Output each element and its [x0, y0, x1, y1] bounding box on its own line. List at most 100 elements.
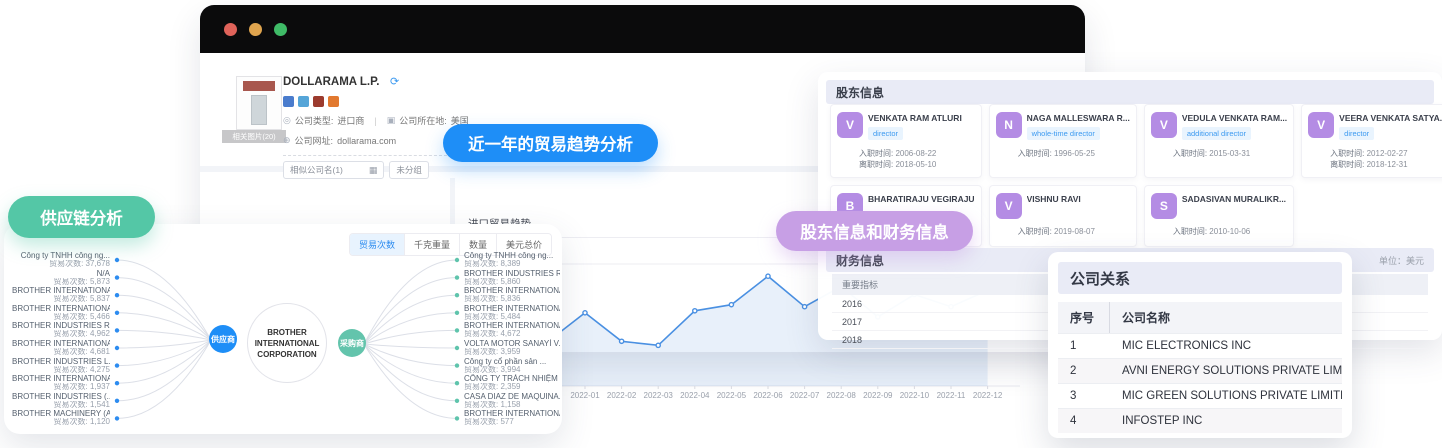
avatar: V [1150, 112, 1177, 138]
facebook-icon[interactable] [283, 96, 294, 107]
partner-trade-count: 贸易次数: 3,994 [464, 365, 521, 374]
supplier-node[interactable]: 供应商 [209, 325, 237, 353]
list-item[interactable]: BROTHER INTERNATIONA... 贸易次数: 5,466 [12, 304, 110, 322]
list-item[interactable]: BROTHER INTERNATIONA... 贸易次数: 4,681 [12, 339, 110, 357]
join-date-value: 2019-08-07 [1054, 227, 1095, 236]
partner-name: VOLTA MOTOR SANAYİ V... [464, 338, 560, 348]
company-type-label: 公司类型: [294, 116, 334, 126]
list-item[interactable]: Công ty TNHH công ng... 贸易次数: 37,678 [12, 251, 110, 269]
relations-table: 序号 公司名称 1 MIC ELECTRONICS INC 2 AVNI ENERGY… [1058, 302, 1342, 433]
member-role-badge: director [868, 127, 904, 140]
group-select[interactable]: 未分组 [389, 161, 429, 179]
partner-name: Công ty cổ phần sản ... [464, 356, 547, 366]
relations-title-bar: 公司关系 [1058, 262, 1342, 294]
dashed-divider [283, 155, 447, 156]
partner-name: BROTHER INTERNATIONA... [12, 286, 110, 296]
linkedin-icon[interactable] [298, 96, 309, 107]
similar-company-select[interactable]: 相似公司名(1) ▦ [283, 161, 385, 179]
x-axis-label: 2022-09 [863, 391, 893, 400]
leave-date: 离职时间: 2018-05-10 [859, 159, 975, 170]
product-image[interactable] [236, 76, 282, 130]
company-type-value: 进口商 [337, 116, 365, 126]
company-name: DOLLARAMA L.P. [283, 76, 380, 88]
company-node[interactable]: BROTHER INTERNATIONAL CORPORATION [247, 303, 327, 383]
partner-trade-count: 贸易次数: 5,484 [464, 312, 521, 321]
partner-name: N/A [96, 268, 110, 278]
related-images-caption[interactable]: 相关图片(20) [222, 130, 286, 143]
divider: | [374, 115, 377, 126]
list-item[interactable]: BROTHER INTERNATIONA...贸易次数: 4,672 [464, 321, 560, 339]
list-item[interactable]: N/A 贸易次数: 5,873 [12, 269, 110, 287]
close-button[interactable] [224, 22, 237, 36]
company-website-value[interactable]: dollarama.com [337, 136, 396, 146]
member-name: SADASIVAN MURALIKR... [1181, 194, 1287, 204]
list-item[interactable]: BROTHER INDUSTRIES R... 贸易次数: 5,860 [464, 269, 560, 287]
list-item[interactable]: BROTHER INDUSTRIES R... 贸易次数: 4,962 [12, 321, 110, 339]
leave-date-value: 2018-05-10 [895, 160, 937, 169]
list-item[interactable]: CASA DIAZ DE MAQUINA... 贸易次数: 1,158 [464, 392, 560, 410]
maximize-button[interactable] [274, 22, 287, 36]
partner-name: BROTHER INDUSTRIES R... [464, 268, 560, 278]
member-name: VEERA VENKATA SATYA... [1339, 113, 1442, 123]
member-name: BHARATIRAJU VEGIRAJU [868, 194, 975, 204]
member-name: VENKATA RAM ATLURI [868, 113, 962, 123]
partner-trade-count: 贸易次数: 5,837 [53, 295, 110, 304]
avatar: N [995, 112, 1022, 138]
partner-trade-count: 贸易次数: 1,937 [53, 383, 110, 392]
avatar: V [995, 193, 1022, 219]
list-item[interactable]: BROTHER INDUSTRIES (... 贸易次数: 1,541 [12, 392, 110, 410]
list-item[interactable]: BROTHER INTERNATIONA...贸易次数: 5,484 [464, 304, 560, 322]
relations-table-body: 1 MIC ELECTRONICS INC 2 AVNI ENERGY SOLUTIO… [1058, 333, 1342, 433]
list-item[interactable]: BROTHER INTERNATIONA...贸易次数: 577 [464, 409, 560, 427]
product-image-part [251, 95, 267, 125]
pinterest-icon[interactable] [313, 96, 324, 107]
member-name: VEDULA VENKATA RAM... [1181, 113, 1288, 123]
join-date-value: 2012-02-27 [1366, 149, 1408, 158]
x-axis-label: 2022-03 [644, 391, 674, 400]
table-row[interactable]: 3 MIC GREEN SOLUTIONS PRIVATE LIMITED [1058, 383, 1342, 408]
shareholder-card: V VEDULA VENKATA RAM... additional directo… [1143, 104, 1295, 178]
relations-table-header: 序号 公司名称 [1058, 302, 1342, 333]
list-item[interactable]: VOLTA MOTOR SANAYİ V... 贸易次数: 3,959 [464, 339, 560, 357]
x-axis-label: 2022-10 [900, 391, 930, 400]
list-item[interactable]: BROTHER INTERNATIONA... 贸易次数: 5,837 [12, 286, 110, 304]
similar-company-select-label: 相似公司名(1) [290, 165, 343, 175]
supplier-list: Công ty TNHH công ng... 贸易次数: 37,678 N/A 贸易… [12, 251, 110, 427]
join-date: 入职时间: 2012-02-27 [1330, 148, 1442, 159]
group-select-label: 未分组 [396, 165, 422, 175]
company-type-icon: ◎ [283, 115, 291, 125]
partner-trade-count: 贸易次数: 4,672 [464, 330, 521, 339]
x-axis-label: 2022-04 [680, 391, 710, 400]
globe-icon: ⊕ [283, 135, 291, 145]
join-date-value: 2006-08-22 [895, 149, 937, 158]
join-date-label: 入职时间: [1330, 149, 1367, 158]
list-item[interactable]: CÔNG TY TRÁCH NHIỆM ... 贸易次数: 2,359 [464, 374, 560, 392]
partner-name: CÔNG TY TRÁCH NHIỆM ... [464, 374, 560, 384]
avatar: S [1150, 193, 1177, 219]
buyer-node[interactable]: 采购商 [338, 329, 366, 357]
relations-col-name: 公司名称 [1122, 311, 1171, 325]
list-item[interactable]: BROTHER INDUSTRIES L... 贸易次数: 4,275 [12, 357, 110, 375]
list-item[interactable]: Công ty TNHH công ng... 贸易次数: 8,389 [464, 251, 560, 269]
table-row[interactable]: 1 MIC ELECTRONICS INC [1058, 333, 1342, 358]
partner-trade-count: 贸易次数: 1,158 [464, 400, 521, 409]
blog-icon[interactable] [328, 96, 339, 107]
partner-trade-count: 贸易次数: 577 [464, 418, 514, 427]
partner-name: BROTHER INTERNATIONA... [464, 286, 560, 296]
member-name: NAGA MALLESWARA R... [1026, 113, 1130, 123]
table-row[interactable]: 2 AVNI ENERGY SOLUTIONS PRIVATE LIMITED [1058, 358, 1342, 383]
list-item[interactable]: BROTHER INTERNATIONA... 贸易次数: 1,937 [12, 374, 110, 392]
table-row[interactable]: 4 INFOSTEP INC [1058, 408, 1342, 433]
x-axis-label: 2022-07 [790, 391, 820, 400]
minimize-button[interactable] [249, 22, 262, 36]
product-image-part [243, 81, 275, 91]
join-date-label: 入职时间: [859, 149, 896, 158]
partner-trade-count: 贸易次数: 4,962 [53, 330, 110, 339]
refresh-icon[interactable]: ⟳ [390, 76, 399, 88]
list-item[interactable]: BROTHER MACHINERY (A... 贸易次数: 1,120 [12, 409, 110, 427]
join-date: 入职时间: 1996-05-25 [1018, 148, 1130, 159]
shareholder-card: V VEERA VENKATA SATYA... director 入职时间: 201… [1301, 104, 1442, 178]
list-item[interactable]: Công ty cổ phần sản ... 贸易次数: 3,994 [464, 357, 560, 375]
list-item[interactable]: BROTHER INTERNATIONA...贸易次数: 5,836 [464, 286, 560, 304]
join-date-value: 1996-05-25 [1054, 149, 1095, 158]
